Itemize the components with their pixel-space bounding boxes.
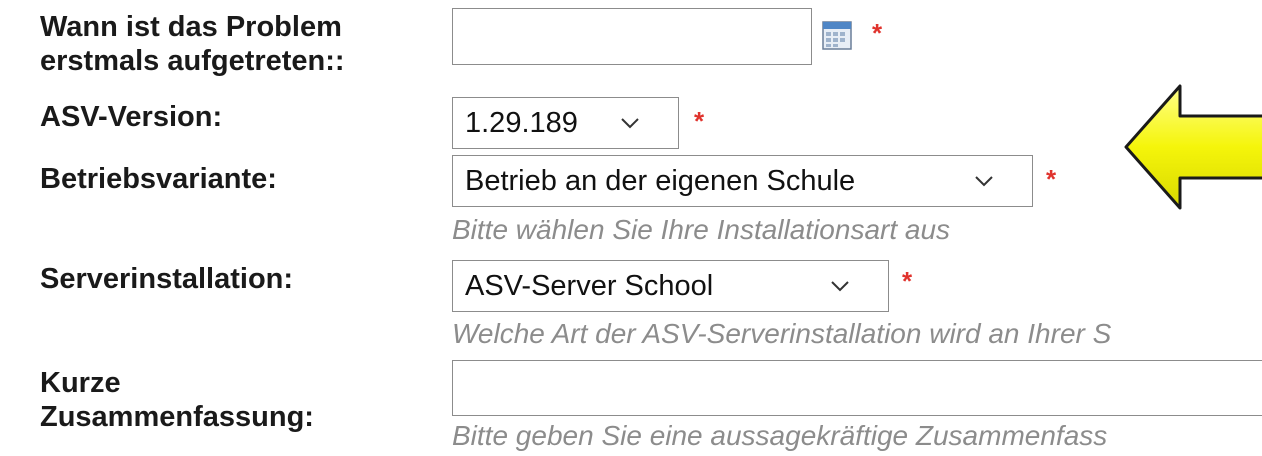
required-marker: * — [902, 266, 913, 296]
asv-version-select[interactable]: 1.29.189 — [452, 97, 679, 149]
asv-version-label: ASV-Version: — [40, 101, 223, 133]
asv-version-selected: 1.29.189 — [465, 106, 578, 139]
server-installation-label: Serverinstallation: — [40, 263, 294, 295]
operating-variant-select[interactable]: Betrieb an der eigenen Schule — [452, 155, 1033, 207]
required-marker: * — [872, 18, 883, 48]
chevron-down-icon — [831, 281, 849, 292]
summary-hint: Bitte geben Sie eine aussagekräftige Zus… — [452, 420, 1108, 451]
summary-label: Kurze Zusammenfassung: — [40, 367, 314, 434]
server-installation-select[interactable]: ASV-Server School — [452, 260, 889, 312]
chevron-down-icon — [975, 176, 993, 187]
operating-variant-label: Betriebsvariante: — [40, 163, 277, 195]
operating-variant-hint: Bitte wählen Sie Ihre Installationsart a… — [452, 214, 951, 245]
first-occurrence-label: Wann ist das Problem erstmals aufgetrete… — [40, 11, 345, 78]
required-marker: * — [694, 106, 705, 136]
server-installation-hint: Welche Art der ASV-Serverinstallation wi… — [452, 318, 1112, 349]
chevron-down-icon — [621, 118, 639, 129]
summary-input[interactable] — [452, 360, 1262, 416]
required-marker: * — [1046, 164, 1057, 194]
annotation-arrow — [1124, 84, 1262, 210]
operating-variant-selected: Betrieb an der eigenen Schule — [465, 164, 856, 197]
first-occurrence-date-input[interactable] — [452, 8, 812, 65]
calendar-icon[interactable] — [822, 20, 852, 50]
server-installation-selected: ASV-Server School — [465, 269, 714, 302]
